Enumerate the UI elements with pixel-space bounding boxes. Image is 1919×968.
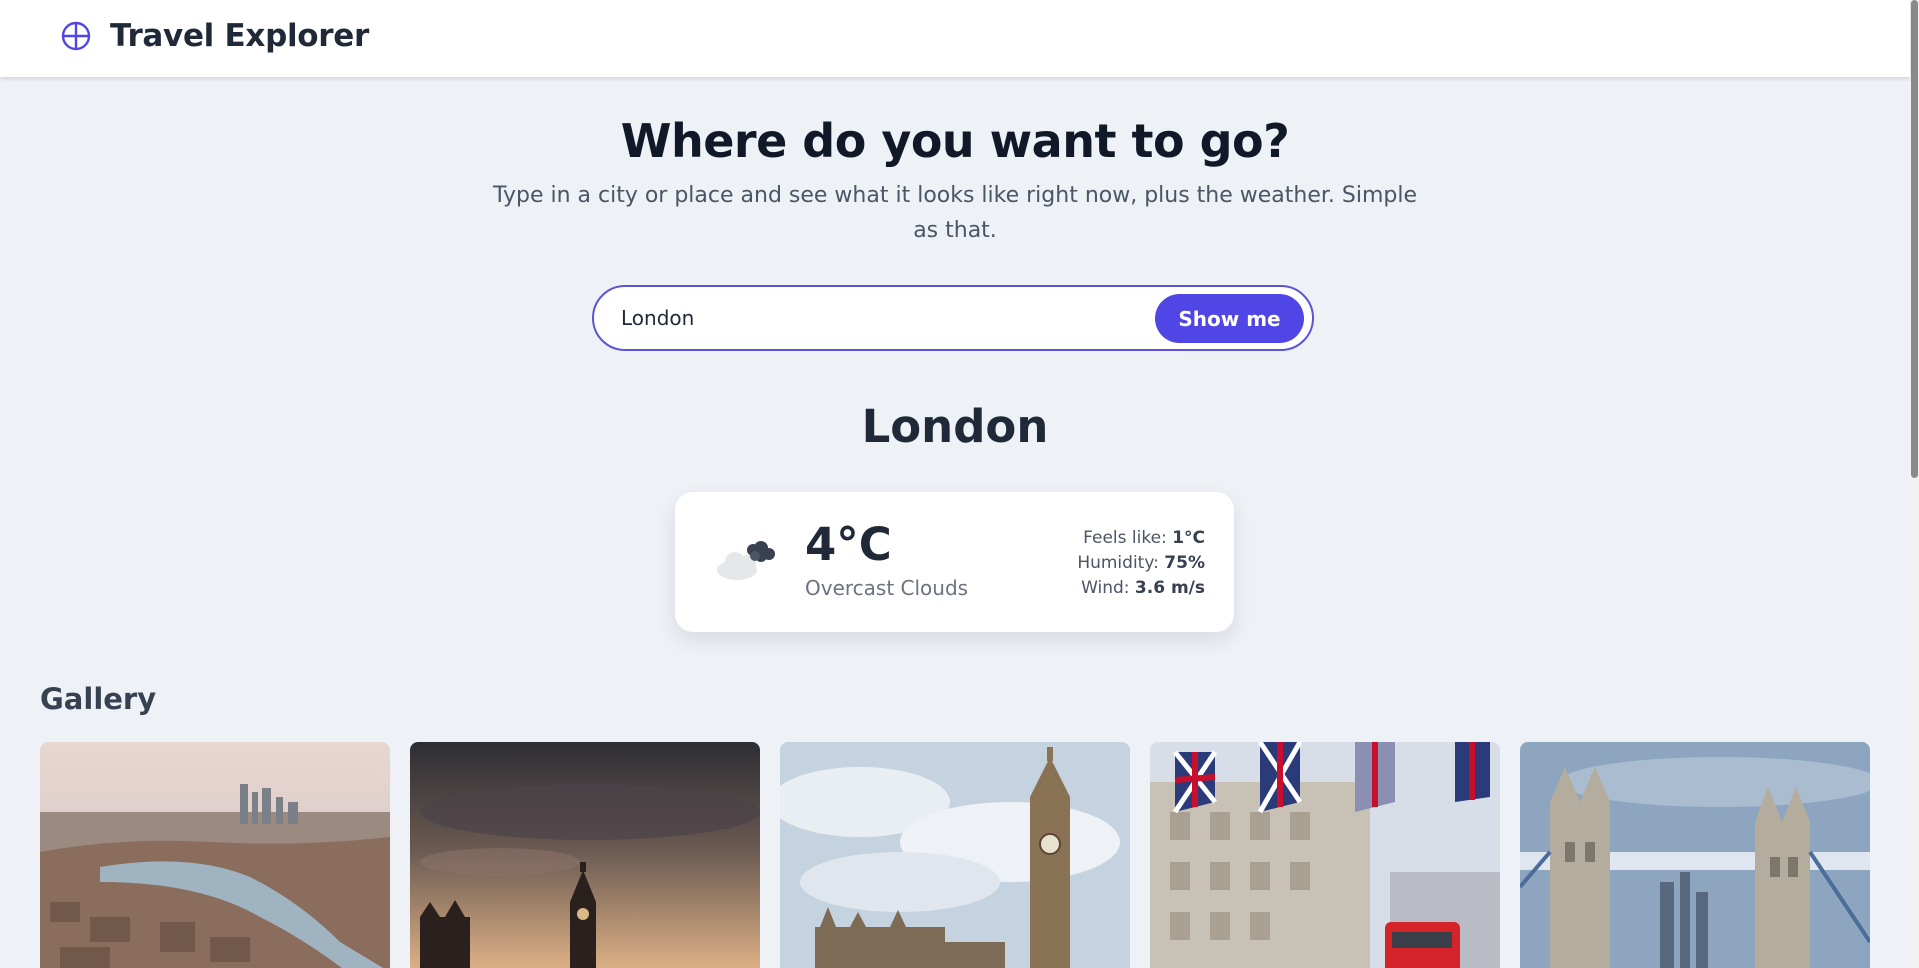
london-aerial-thames-photo[interactable] [40, 742, 390, 968]
big-ben-parliament-photo[interactable] [780, 742, 1130, 968]
brand[interactable]: Travel Explorer [60, 18, 369, 54]
feels-like-label: Feels like: [1083, 528, 1167, 548]
weather-stats: Feels like: 1°C Humidity: 75% Wind: 3.6 … [1077, 526, 1205, 601]
app-viewport: Travel Explorer Where do you want to go?… [0, 0, 1919, 968]
overcast-clouds-icon [715, 536, 779, 582]
temperature: 4°C [805, 518, 892, 571]
wind-row: Wind: 3.6 m/s [1077, 576, 1205, 601]
humidity-label: Humidity: [1077, 553, 1159, 573]
app-title: Travel Explorer [110, 18, 369, 54]
top-navbar: Travel Explorer [0, 0, 1910, 77]
city-heading: London [861, 400, 1049, 453]
tower-bridge-photo[interactable] [1520, 742, 1870, 968]
search-form: Show me [592, 285, 1314, 351]
feels-like-row: Feels like: 1°C [1077, 526, 1205, 551]
scrollbar-thumb[interactable] [1911, 0, 1918, 478]
gallery-heading: Gallery [40, 682, 157, 716]
weather-description: Overcast Clouds [805, 576, 969, 600]
hero-subtitle: Type in a city or place and see what it … [492, 183, 1418, 243]
search-input[interactable] [621, 287, 1141, 348]
big-ben-sunset-photo[interactable] [410, 742, 760, 968]
wind-value: 3.6 m/s [1134, 578, 1205, 598]
weather-card: 4°C Overcast Clouds Feels like: 1°C Humi… [675, 492, 1234, 632]
globe-crosshair-icon [60, 20, 92, 52]
show-me-button[interactable]: Show me [1155, 294, 1304, 343]
hero-title: Where do you want to go? [620, 114, 1290, 168]
humidity-row: Humidity: 75% [1077, 551, 1205, 576]
page-scrollbar[interactable] [1910, 0, 1919, 968]
humidity-value: 75% [1164, 553, 1205, 573]
gallery-grid [40, 742, 1870, 968]
feels-like-value: 1°C [1172, 528, 1205, 548]
wind-label: Wind: [1081, 578, 1130, 598]
union-jack-street-bus-photo[interactable] [1150, 742, 1500, 968]
